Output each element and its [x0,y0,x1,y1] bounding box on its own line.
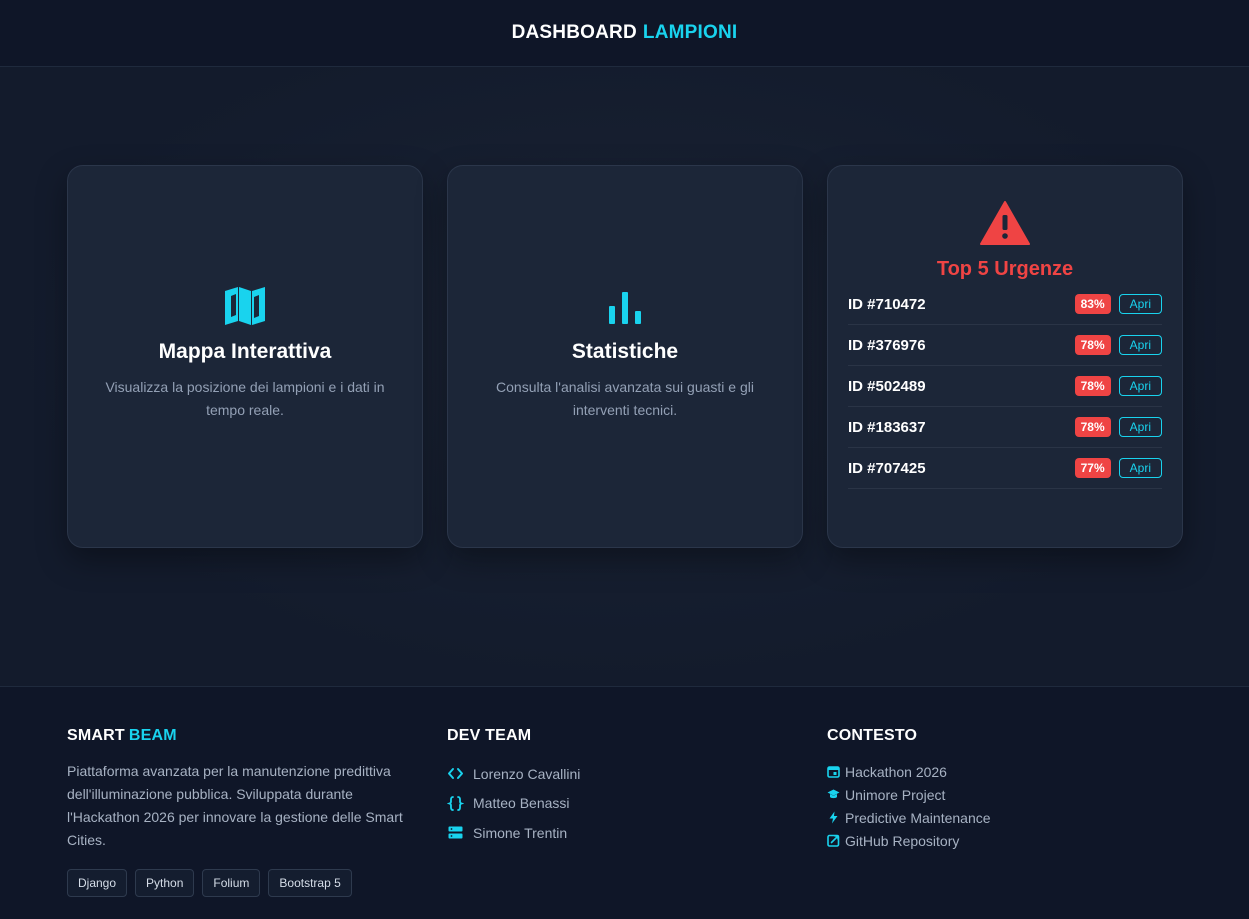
footer-about: SMART BEAM Piattaforma avanzata per la ma… [67,727,407,897]
urgency-percent-badge: 83% [1074,294,1111,314]
open-urgency-button[interactable]: Apri [1118,376,1162,396]
warning-icon [980,201,1030,245]
dashboard-title[interactable]: DASHBOARD LAMPIONI [512,22,738,44]
urgency-row: ID #710472 83% Apri [848,284,1162,325]
context-item: Hackathon 2026 [827,760,1167,783]
tech-tag: Folium [202,869,261,897]
server-icon [448,826,463,839]
graduation-cap-icon [827,789,840,799]
urgency-row: ID #502489 78% Apri [848,366,1162,407]
dashboard-title-main: DASHBOARD [511,22,637,43]
urgency-id: ID #183637 [848,418,926,436]
open-urgency-button[interactable]: Apri [1118,294,1162,314]
braces-icon [447,795,464,811]
dev-team-list: Lorenzo Cavallini Matteo Benassi Simone … [447,759,787,848]
team-member-name: Matteo Benassi [473,795,570,812]
map-icon [225,287,265,325]
context-item-label: Hackathon 2026 [845,763,947,780]
urgency-row: ID #707425 77% Apri [848,448,1162,489]
footer-brand-main: SMART [67,727,125,744]
context-item-label: Unimore Project [845,786,946,803]
urgency-id: ID #710472 [848,295,926,313]
open-urgency-button[interactable]: Apri [1118,335,1162,355]
context-item-label: Predictive Maintenance [845,809,991,826]
team-member: Matteo Benassi [447,789,787,819]
urgency-id: ID #707425 [848,459,926,477]
open-urgency-button[interactable]: Apri [1118,458,1162,478]
footer-brand-accent: BEAM [128,727,177,744]
footer-dev-team: DEV TEAM Lorenzo Cavallini Matteo Benass… [447,727,787,848]
map-card[interactable]: Mappa Interattiva Visualizza la posizion… [67,165,423,548]
tech-tag: Bootstrap 5 [268,869,352,897]
map-card-description: Visualizza la posizione dei lampioni e i… [105,379,385,418]
urgency-id: ID #502489 [848,377,926,395]
context-item: Predictive Maintenance [827,806,1167,829]
footer-brand: SMART BEAM [67,727,407,745]
calendar-icon [827,766,840,778]
team-member-name: Lorenzo Cavallini [473,765,581,782]
urgencies-card: Top 5 Urgenze ID #710472 83% Apri ID #37… [827,165,1183,548]
urgency-row: ID #183637 78% Apri [848,407,1162,448]
urgencies-title: Top 5 Urgenze [936,258,1074,280]
dashboard-title-accent: LAMPIONI [642,22,738,43]
dev-team-title: DEV TEAM [447,727,532,744]
main-content: Mappa Interattiva Visualizza la posizion… [0,67,1249,687]
urgency-percent-badge: 78% [1074,417,1111,437]
urgency-percent-badge: 78% [1074,335,1111,355]
map-card-title: Mappa Interattiva [158,340,332,363]
statistics-card[interactable]: Statistiche Consulta l'analisi avanzata … [447,165,803,548]
context-item-label: GitHub Repository [845,832,960,849]
context-list: Hackathon 2026 Unimore Project Predictiv… [827,760,1167,852]
team-member-name: Simone Trentin [473,824,568,841]
tech-tag: Django [67,869,128,897]
bar-chart-icon [609,292,641,324]
external-link-icon [827,834,840,847]
tech-tags: Django Python Folium Bootstrap 5 [67,869,407,897]
urgency-row: ID #376976 78% Apri [848,325,1162,366]
urgency-id: ID #376976 [848,336,926,354]
top-navbar: DASHBOARD LAMPIONI [0,0,1249,67]
lightning-icon [829,811,838,824]
footer-description: Piattaforma avanzata per la manutenzione… [67,763,403,848]
footer-context: CONTESTO Hackathon 2026 Unimore Project [827,727,1167,852]
statistics-card-title: Statistiche [571,340,679,363]
footer: SMART BEAM Piattaforma avanzata per la ma… [0,686,1249,919]
github-link[interactable]: GitHub Repository [827,829,1167,852]
open-urgency-button[interactable]: Apri [1118,417,1162,437]
team-member: Simone Trentin [447,818,787,848]
team-member: Lorenzo Cavallini [447,759,787,789]
urgency-percent-badge: 78% [1074,376,1111,396]
urgency-percent-badge: 77% [1074,458,1111,478]
context-item: Unimore Project [827,783,1167,806]
code-icon [448,768,463,780]
tech-tag: Python [135,869,195,897]
context-title: CONTESTO [827,727,918,744]
urgencies-list: ID #710472 83% Apri ID #376976 78% Apri … [848,294,1162,509]
statistics-card-description: Consulta l'analisi avanzata sui guasti e… [496,379,754,418]
